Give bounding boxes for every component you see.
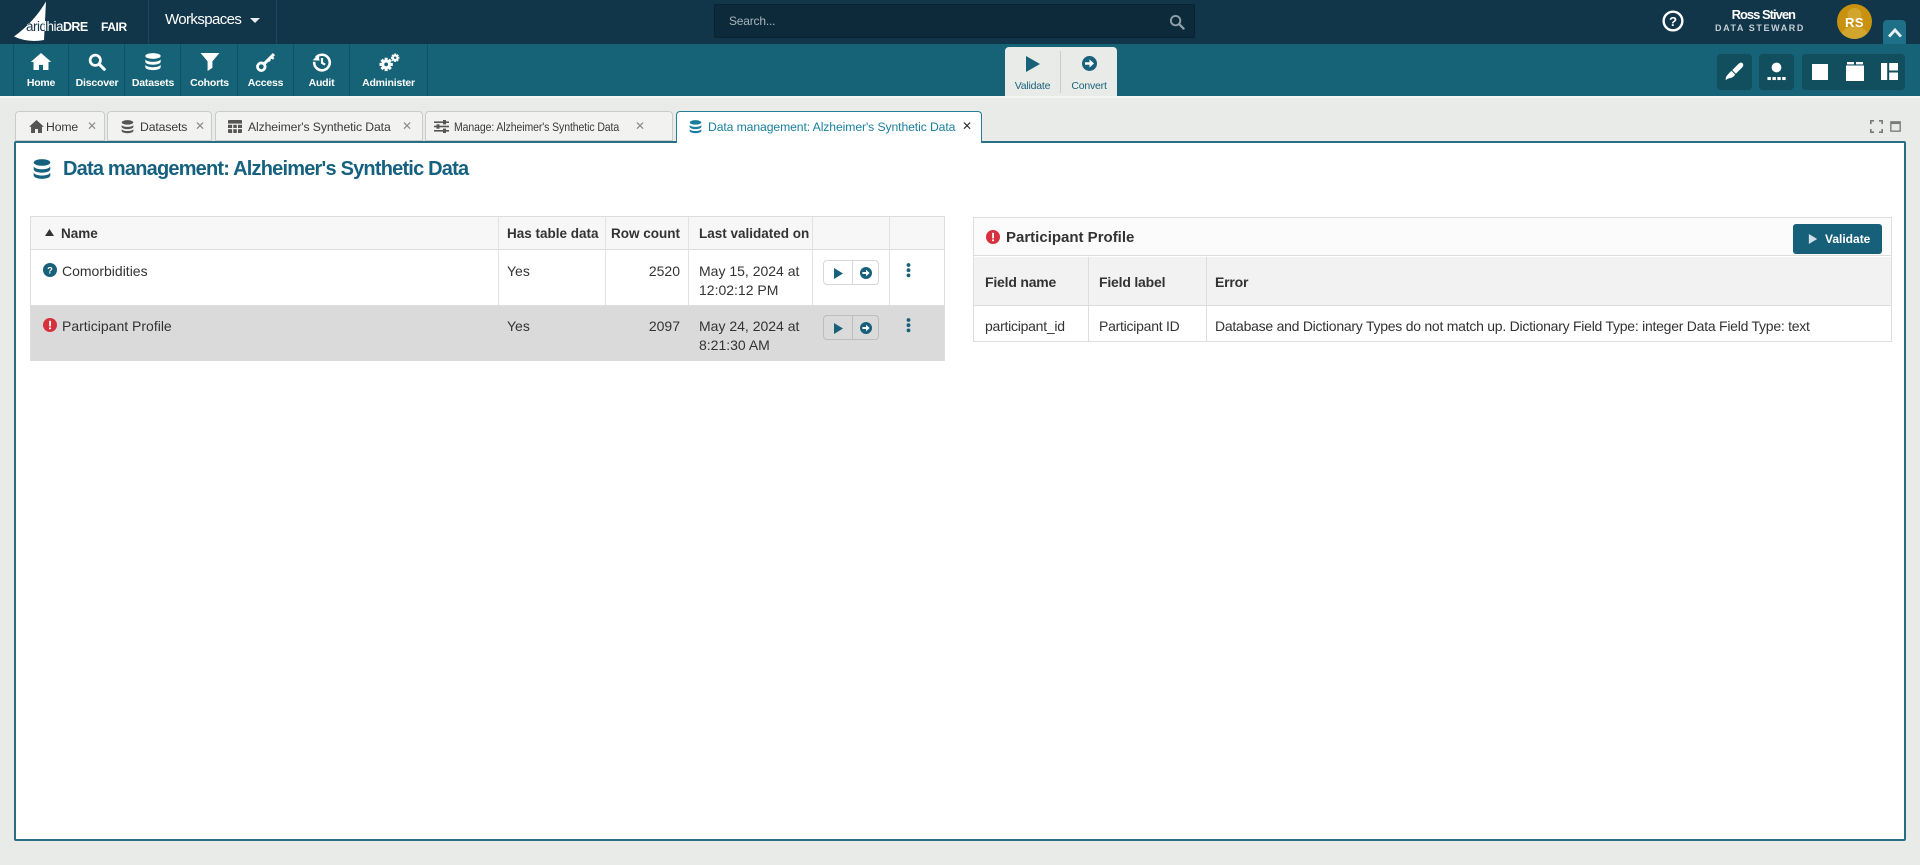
svg-text:FAIR: FAIR — [101, 20, 127, 34]
svg-text:?: ? — [1669, 14, 1677, 29]
svg-text:?: ? — [47, 265, 53, 275]
svg-text:DRE: DRE — [63, 20, 88, 34]
